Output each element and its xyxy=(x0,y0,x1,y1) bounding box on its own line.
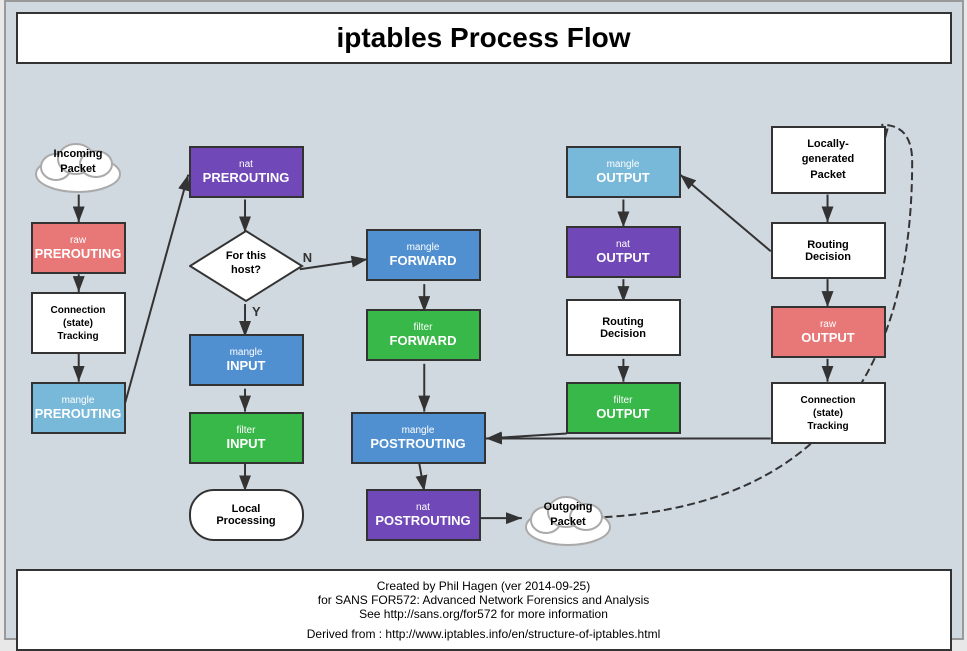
svg-text:N: N xyxy=(302,250,311,265)
nat-output-sub: nat xyxy=(616,239,630,250)
nat-postrouting-sub: nat xyxy=(416,502,430,513)
raw-prerouting: raw PREROUTING xyxy=(31,222,126,274)
mangle-output-top-sub: mangle xyxy=(607,159,640,170)
conn-tracking-2: Connection(state)Tracking xyxy=(771,382,886,444)
filter-input: filter INPUT xyxy=(189,412,304,464)
outgoing-packet-label: OutgoingPacket xyxy=(544,500,593,529)
raw-prerouting-sub: raw xyxy=(70,235,86,246)
footer-line2: for SANS FOR572: Advanced Network Forens… xyxy=(26,593,942,607)
footer-line1: Created by Phil Hagen (ver 2014-09-25) xyxy=(26,579,942,593)
diagram-area: N Y IncomingPacket raw PREROUTING Connec… xyxy=(16,74,952,564)
mangle-input-main: INPUT xyxy=(227,358,266,373)
nat-postrouting-main: POSTROUTING xyxy=(375,513,470,528)
nat-prerouting: nat PREROUTING xyxy=(189,146,304,198)
raw-output-sub: raw xyxy=(820,319,836,330)
svg-text:Y: Y xyxy=(251,304,260,319)
routing-decision-right-label: RoutingDecision xyxy=(805,239,851,263)
mangle-forward-main: FORWARD xyxy=(390,253,457,268)
nat-postrouting: nat POSTROUTING xyxy=(366,489,481,541)
for-this-host-label: For thishost? xyxy=(189,229,304,278)
filter-output-sub: filter xyxy=(614,395,633,406)
mangle-prerouting: mangle PREROUTING xyxy=(31,382,126,434)
incoming-packet-cloud: IncomingPacket xyxy=(31,129,126,194)
mangle-input-sub: mangle xyxy=(230,347,263,358)
conn-tracking-2-label: Connection(state)Tracking xyxy=(801,394,856,433)
locally-generated-label: Locally-generatedPacket xyxy=(802,137,855,183)
nat-prerouting-main: PREROUTING xyxy=(203,170,290,185)
mangle-output-top: mangle OUTPUT xyxy=(566,146,681,198)
mangle-forward-sub: mangle xyxy=(407,242,440,253)
filter-output-main: OUTPUT xyxy=(596,406,649,421)
mangle-prerouting-sub: mangle xyxy=(62,395,95,406)
incoming-packet-label: IncomingPacket xyxy=(54,147,103,176)
raw-output-main: OUTPUT xyxy=(801,330,854,345)
mangle-input: mangle INPUT xyxy=(189,334,304,386)
filter-forward: filter FORWARD xyxy=(366,309,481,361)
mangle-prerouting-main: PREROUTING xyxy=(35,406,122,421)
page-title: iptables Process Flow xyxy=(16,12,952,64)
local-processing: LocalProcessing xyxy=(189,489,304,541)
raw-prerouting-main: PREROUTING xyxy=(35,246,122,261)
filter-forward-sub: filter xyxy=(414,322,433,333)
nat-output-main: OUTPUT xyxy=(596,250,649,265)
mangle-postrouting: mangle POSTROUTING xyxy=(351,412,486,464)
filter-output: filter OUTPUT xyxy=(566,382,681,434)
mangle-postrouting-main: POSTROUTING xyxy=(370,436,465,451)
nat-prerouting-sub: nat xyxy=(239,159,253,170)
nat-output: nat OUTPUT xyxy=(566,226,681,278)
main-container: iptables Process Flow xyxy=(4,0,964,640)
raw-output: raw OUTPUT xyxy=(771,306,886,358)
mangle-postrouting-sub: mangle xyxy=(402,425,435,436)
routing-decision-mid: RoutingDecision xyxy=(566,299,681,356)
for-this-host-diamond: For thishost? xyxy=(189,229,304,304)
local-processing-label: LocalProcessing xyxy=(216,503,275,527)
mangle-forward: mangle FORWARD xyxy=(366,229,481,281)
conn-tracking-1-label: Connection(state)Tracking xyxy=(51,304,106,343)
filter-input-sub: filter xyxy=(237,425,256,436)
routing-decision-mid-label: RoutingDecision xyxy=(600,316,646,340)
filter-forward-main: FORWARD xyxy=(390,333,457,348)
routing-decision-right: RoutingDecision xyxy=(771,222,886,279)
filter-input-main: INPUT xyxy=(227,436,266,451)
locally-generated-packet: Locally-generatedPacket xyxy=(771,126,886,194)
footer: Created by Phil Hagen (ver 2014-09-25) f… xyxy=(16,569,952,651)
mangle-output-top-main: OUTPUT xyxy=(596,170,649,185)
outgoing-packet-cloud: OutgoingPacket xyxy=(521,482,616,547)
conn-tracking-1: Connection(state)Tracking xyxy=(31,292,126,354)
footer-line5: Derived from : http://www.iptables.info/… xyxy=(26,627,942,641)
footer-line3: See http://sans.org/for572 for more info… xyxy=(26,607,942,621)
